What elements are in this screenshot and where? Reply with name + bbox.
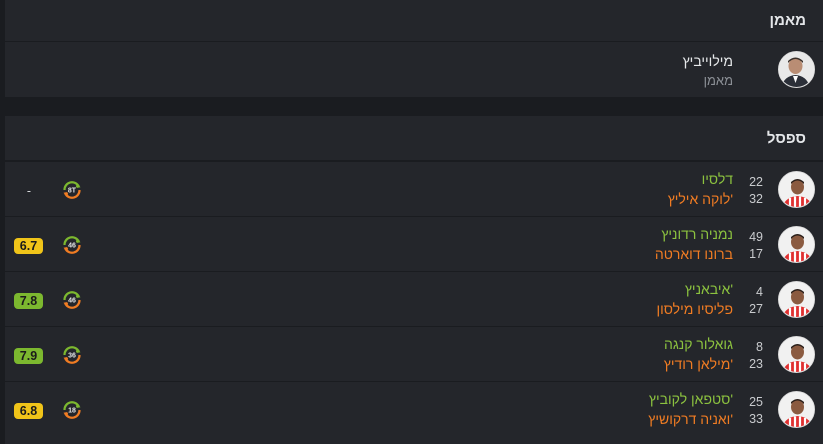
- player-out-name[interactable]: 'ואניה דרקושיץ: [648, 411, 733, 427]
- substitution-minute: 18: [68, 408, 76, 415]
- player-out-number: 17: [749, 247, 763, 261]
- coach-name[interactable]: מילוייביץ: [683, 53, 733, 69]
- player-out-number: 23: [749, 357, 763, 371]
- player-in-name[interactable]: 'סטפאן לקוביץ: [649, 391, 733, 407]
- player-avatar[interactable]: [778, 226, 815, 263]
- coach-section-title: מאמן: [5, 0, 823, 42]
- substitution-icon: 36: [60, 343, 84, 367]
- player-avatar[interactable]: [778, 336, 815, 373]
- player-out-name[interactable]: ברונו דוארטה: [655, 246, 733, 262]
- substitution-row[interactable]: 49 17 נמניה רדוניץ ברונו דוארטה 46 6.7: [5, 216, 823, 271]
- substitution-minute: 46: [68, 243, 76, 250]
- player-in-number: 8: [756, 340, 763, 354]
- player-rating-badge[interactable]: 7.8: [14, 293, 43, 309]
- bench-section-title: ספסל: [5, 116, 823, 161]
- substitution-minute: 46: [68, 298, 76, 305]
- substitution-icon: 18: [60, 398, 84, 422]
- player-in-number: 49: [749, 230, 763, 244]
- coach-panel: מאמן מילוייביץ מאמן: [5, 0, 823, 97]
- player-rating-badge[interactable]: -: [21, 183, 37, 199]
- substitution-icon: 8T: [60, 178, 84, 202]
- player-out-number: 33: [749, 412, 763, 426]
- substitution-icon: 46: [60, 288, 84, 312]
- player-in-name[interactable]: 'איבאניץ: [685, 281, 733, 297]
- substitution-row[interactable]: 4 27 'איבאניץ פליסיו מילסון 46 7.8: [5, 271, 823, 326]
- player-in-name[interactable]: גואלור קנגה: [664, 336, 733, 352]
- player-out-name[interactable]: 'לוקה איליץ: [668, 191, 733, 207]
- coach-avatar[interactable]: [778, 51, 815, 88]
- player-in-number: 25: [749, 395, 763, 409]
- player-in-name[interactable]: דלסיו: [702, 171, 733, 187]
- player-out-number: 32: [749, 192, 763, 206]
- substitution-row[interactable]: 8 23 גואלור קנגה 'מילאן רודיץ 36 7.9: [5, 326, 823, 381]
- player-avatar[interactable]: [778, 391, 815, 428]
- substitution-icon: 46: [60, 233, 84, 257]
- player-rating-badge[interactable]: 7.9: [14, 348, 43, 364]
- substitution-minute: 8T: [68, 188, 77, 195]
- player-in-number: 4: [756, 285, 763, 299]
- substitution-row[interactable]: 22 32 דלסיו 'לוקה איליץ 8T -: [5, 161, 823, 216]
- coach-role: מאמן: [703, 73, 733, 88]
- substitution-minute: 36: [68, 353, 76, 360]
- player-out-number: 27: [749, 302, 763, 316]
- player-avatar[interactable]: [778, 281, 815, 318]
- player-out-name[interactable]: פליסיו מילסון: [656, 301, 733, 317]
- player-rating-badge[interactable]: 6.8: [14, 403, 43, 419]
- coach-row[interactable]: מילוייביץ מאמן: [5, 42, 823, 97]
- player-in-name[interactable]: נמניה רדוניץ: [661, 226, 733, 242]
- player-avatar[interactable]: [778, 171, 815, 208]
- player-in-number: 22: [749, 175, 763, 189]
- player-rating-badge[interactable]: 6.7: [14, 238, 43, 254]
- bench-panel: ספסל 22 32 דלסיו 'לוקה איליץ 8T - 49 17 …: [5, 116, 823, 444]
- player-out-name[interactable]: 'מילאן רודיץ: [664, 356, 733, 372]
- substitution-row[interactable]: 25 33 'סטפאן לקוביץ 'ואניה דרקושיץ 18 6.…: [5, 381, 823, 436]
